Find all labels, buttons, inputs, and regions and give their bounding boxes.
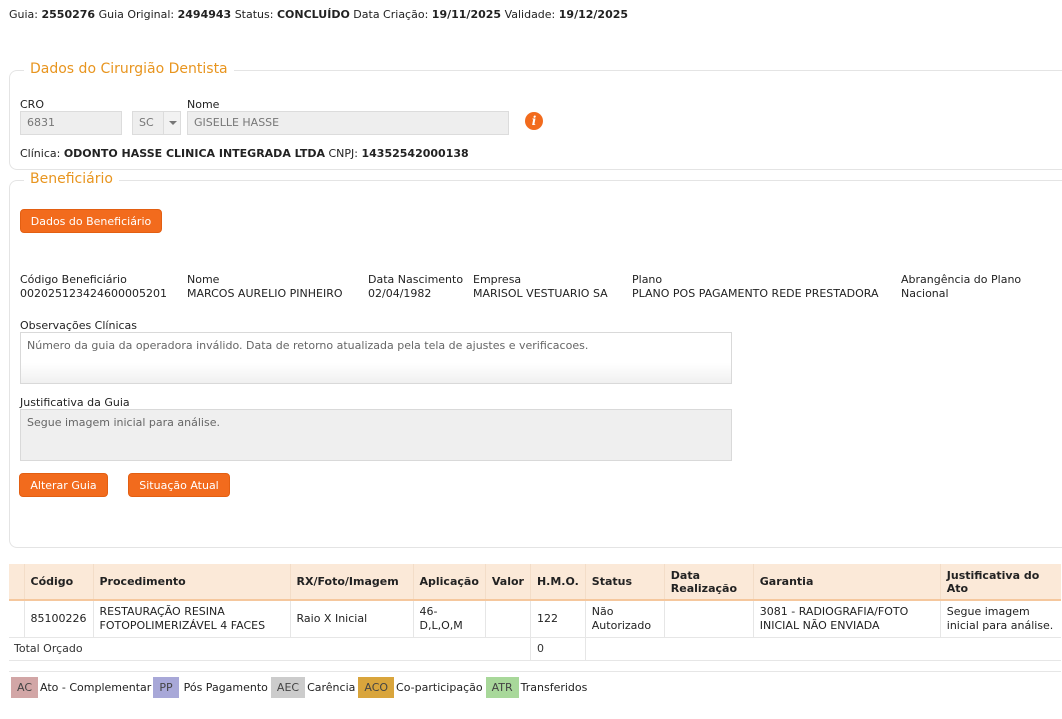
empresa-label: Empresa <box>473 273 522 286</box>
chip-aco-text: Co-participação <box>396 681 483 694</box>
total-empty <box>584 637 1061 661</box>
empresa-value: MARISOL VESTUARIO SA <box>473 287 608 300</box>
header-procedimento: Procedimento <box>92 564 290 601</box>
validade-value: 19/12/2025 <box>558 8 629 21</box>
cell-hmo: 122 <box>529 600 586 638</box>
cell-aplicacao: 46-D,L,O,M <box>412 600 486 638</box>
cell-valor <box>484 600 531 638</box>
chip-aco: ACO <box>358 677 395 698</box>
chip-pp: PP <box>153 677 179 698</box>
observacoes-textarea[interactable]: Número da guia da operadora inválido. Da… <box>20 332 732 384</box>
procedures-table: Código Procedimento RX/Foto/Imagem Aplic… <box>9 564 1061 672</box>
header-hmo: H.M.O. <box>529 564 586 601</box>
data-criacao-value: 19/11/2025 <box>431 8 502 21</box>
cnpj-label: CNPJ: <box>328 147 359 160</box>
cell-codigo: 85100226 <box>23 600 93 638</box>
clinica-value: ODONTO HASSE CLINICA INTEGRADA LTDA <box>63 147 325 160</box>
beneficiario-legend: Beneficiário <box>24 171 119 187</box>
codigo-beneficiario-label: Código Beneficiário <box>20 273 127 286</box>
total-hmo: 0 <box>529 637 586 661</box>
data-nascimento-value: 02/04/1982 <box>368 287 432 300</box>
dados-beneficiario-button[interactable]: Dados do Beneficiário <box>20 209 162 233</box>
chip-aec: AEC <box>270 677 306 698</box>
chip-pp-text: Pós Pagamento <box>183 681 268 694</box>
table-header-row: Código Procedimento RX/Foto/Imagem Aplic… <box>9 564 1061 601</box>
spacer-cell <box>9 660 1061 672</box>
guia-number: 2550276 <box>41 8 96 21</box>
data-criacao-label: Data Criação: <box>353 8 429 21</box>
header-data-realizacao: Data Realização <box>663 564 754 601</box>
header-valor: Valor <box>484 564 531 601</box>
cell-procedimento: RESTAURAÇÃO RESINA FOTOPOLIMERIZÁVEL 4 F… <box>92 600 290 638</box>
guia-header: Guia: 2550276 Guia Original: 2494943 Sta… <box>9 8 628 21</box>
beneficiario-plano: Plano PLANO POS PAGAMENTO REDE PRESTADOR… <box>632 273 879 301</box>
beneficiario-abrangencia: Abrangência do Plano Nacional <box>901 273 1021 301</box>
abrangencia-value: Nacional <box>901 287 949 300</box>
total-label: Total Orçado <box>9 637 531 661</box>
situacao-atual-button[interactable]: Situação Atual <box>128 473 230 497</box>
header-spacer <box>9 564 24 601</box>
header-rx: RX/Foto/Imagem <box>289 564 413 601</box>
status-label: Status: <box>234 8 274 21</box>
justificativa-label: Justificativa da Guia <box>20 396 130 409</box>
nome-beneficiario-label: Nome <box>187 273 220 286</box>
chip-atr: ATR <box>485 677 519 698</box>
cell-rx: Raio X Inicial <box>289 600 413 638</box>
plano-label: Plano <box>632 273 663 286</box>
cro-input[interactable]: 6831 <box>20 111 122 135</box>
clinica-line: Clínica: ODONTO HASSE CLINICA INTEGRADA … <box>20 147 469 160</box>
guia-original-label: Guia Original: <box>98 8 175 21</box>
info-icon[interactable]: i <box>525 112 543 130</box>
cell-garantia: 3081 - RADIOGRAFIA/FOTO INICIAL NÃO ENVI… <box>752 600 941 638</box>
cell-data-realizacao <box>663 600 754 638</box>
guia-label: Guia: <box>9 8 38 21</box>
chip-ac-text: Ato - Complementar <box>40 681 152 694</box>
uf-select[interactable]: SC <box>132 111 181 135</box>
beneficiario-nome: Nome MARCOS AURELIO PINHEIRO <box>187 273 343 301</box>
uf-select-value: SC <box>139 116 154 129</box>
legend-row: AC Ato - Complementar PP Pós Pagamento A… <box>11 677 587 698</box>
table-row[interactable]: 85100226 RESTAURAÇÃO RESINA FOTOPOLIMERI… <box>9 600 1061 638</box>
cnpj-value: 14352542000138 <box>361 147 469 160</box>
validade-label: Validade: <box>504 8 556 21</box>
observacoes-label: Observações Clínicas <box>20 319 138 332</box>
chip-atr-text: Transferidos <box>520 681 588 694</box>
header-justificativa: Justificativa do Ato <box>939 564 1061 601</box>
abrangencia-label: Abrangência do Plano <box>901 273 1022 286</box>
nome-beneficiario-value: MARCOS AURELIO PINHEIRO <box>187 287 343 300</box>
header-codigo: Código <box>23 564 93 601</box>
plano-value: PLANO POS PAGAMENTO REDE PRESTADORA <box>632 287 879 300</box>
header-garantia: Garantia <box>752 564 941 601</box>
nome-dentista-input[interactable]: GISELLE HASSE <box>187 111 509 135</box>
cro-label: CRO <box>20 98 44 111</box>
spacer-row <box>9 660 1061 672</box>
codigo-beneficiario-value: 002025123424600005201 <box>20 287 167 300</box>
data-nascimento-label: Data Nascimento <box>368 273 464 286</box>
header-aplicacao: Aplicação <box>412 564 486 601</box>
beneficiario-nascimento: Data Nascimento 02/04/1982 <box>368 273 463 301</box>
cell-status: Não Autorizado <box>584 600 665 638</box>
guia-original-number: 2494943 <box>177 8 232 21</box>
chip-aec-text: Carência <box>307 681 356 694</box>
beneficiario-empresa: Empresa MARISOL VESTUARIO SA <box>473 273 608 301</box>
header-status: Status <box>584 564 665 601</box>
alterar-guia-button[interactable]: Alterar Guia <box>19 473 108 497</box>
total-row: Total Orçado 0 <box>9 637 1061 661</box>
nome-dentista-label: Nome <box>187 98 220 111</box>
chip-ac: AC <box>11 677 39 698</box>
beneficiario-codigo: Código Beneficiário 00202512342460000520… <box>20 273 167 301</box>
justificativa-textarea[interactable]: Segue imagem inicial para análise. <box>20 409 732 461</box>
dentista-legend: Dados do Cirurgião Dentista <box>24 61 234 77</box>
row-spacer <box>9 600 24 638</box>
status-value: CONCLUÍDO <box>276 8 350 21</box>
chevron-down-icon[interactable] <box>163 112 180 134</box>
clinica-label: Clínica: <box>20 147 61 160</box>
cell-justificativa: Segue imagem inicial para análise. <box>939 600 1061 638</box>
